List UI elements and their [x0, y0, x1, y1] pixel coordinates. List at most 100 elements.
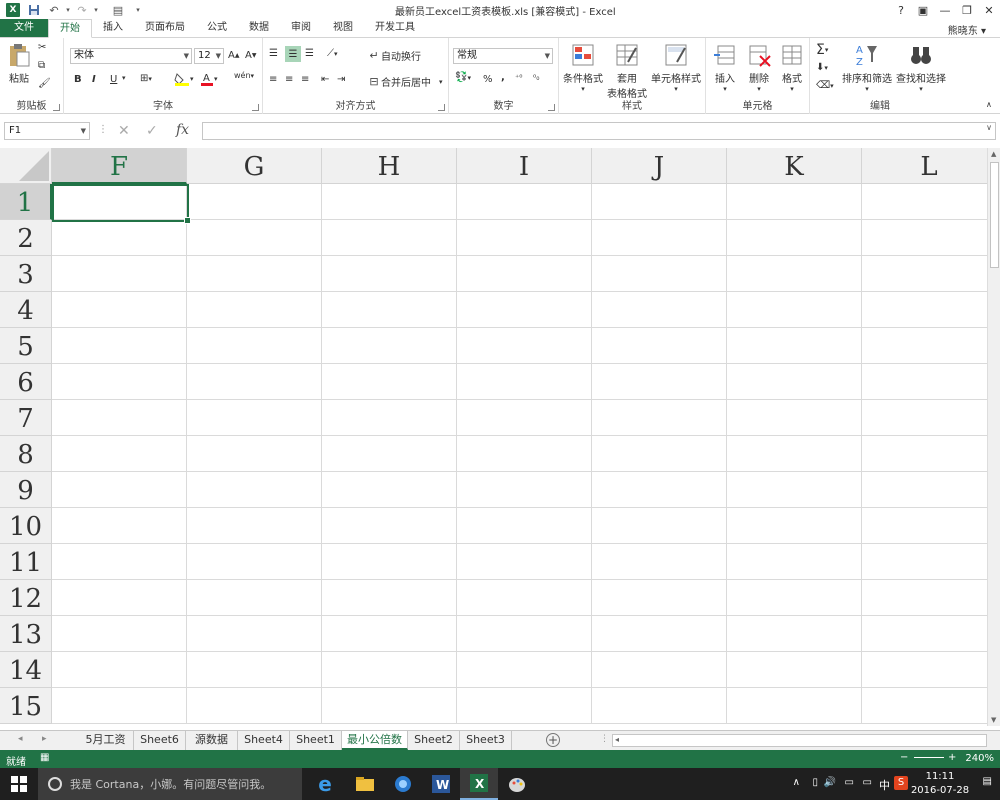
- cell-j2[interactable]: [592, 220, 727, 256]
- cell-g4[interactable]: [187, 292, 322, 328]
- phonetic-icon[interactable]: wén ▾: [234, 71, 254, 80]
- borders-icon[interactable]: ⊞ ▾: [140, 73, 152, 84]
- row-header-13[interactable]: 13: [0, 616, 52, 652]
- cell-j4[interactable]: [592, 292, 727, 328]
- column-header-g[interactable]: G: [187, 148, 322, 184]
- clock[interactable]: 11:11 2016-07-28: [910, 770, 970, 798]
- accounting-format-icon[interactable]: 💱 ▾: [455, 72, 471, 83]
- cell-f3[interactable]: [52, 256, 187, 292]
- cortana-search[interactable]: 我是 Cortana，小娜。有问题尽管问我。: [38, 768, 302, 800]
- cell-f11[interactable]: [52, 544, 187, 580]
- worksheet-grid[interactable]: F G H I J K L 1 2 3 4 5 6 7 8 9 10 11 12 13 14 15: [0, 148, 987, 726]
- tab-home[interactable]: 开始: [48, 19, 92, 38]
- cell-h7[interactable]: [322, 400, 457, 436]
- cell-i3[interactable]: [457, 256, 592, 292]
- cell-i10[interactable]: [457, 508, 592, 544]
- undo-icon[interactable]: ↶: [44, 1, 64, 19]
- cell-g7[interactable]: [187, 400, 322, 436]
- cell-i5[interactable]: [457, 328, 592, 364]
- print-preview-icon[interactable]: ▤: [108, 1, 128, 19]
- display-icon[interactable]: ▭: [863, 777, 872, 788]
- tab-page-layout[interactable]: 页面布局: [134, 19, 196, 37]
- formula-input[interactable]: ∨: [202, 122, 996, 140]
- cell-l13[interactable]: [862, 616, 987, 652]
- cell-i6[interactable]: [457, 364, 592, 400]
- minimize-icon[interactable]: —: [934, 0, 956, 20]
- cell-h4[interactable]: [322, 292, 457, 328]
- cell-i4[interactable]: [457, 292, 592, 328]
- cell-h3[interactable]: [322, 256, 457, 292]
- cell-l7[interactable]: [862, 400, 987, 436]
- cell-k10[interactable]: [727, 508, 862, 544]
- align-top-icon[interactable]: ☰: [269, 48, 278, 59]
- zoom-slider[interactable]: [914, 757, 944, 758]
- delete-cells-button[interactable]: 删除 ▾: [742, 42, 776, 93]
- notifications-icon[interactable]: ▤: [983, 776, 992, 787]
- scroll-up-icon[interactable]: ▲: [991, 150, 996, 158]
- align-center-icon[interactable]: ≡: [285, 74, 293, 85]
- cell-f10[interactable]: [52, 508, 187, 544]
- decrease-decimal-icon[interactable]: ⁰₀: [533, 73, 539, 82]
- cell-l3[interactable]: [862, 256, 987, 292]
- cell-h13[interactable]: [322, 616, 457, 652]
- orientation-icon[interactable]: ⟋ ▾: [327, 48, 338, 59]
- cell-f7[interactable]: [52, 400, 187, 436]
- tab-insert[interactable]: 插入: [92, 19, 134, 37]
- tab-developer[interactable]: 开发工具: [364, 19, 426, 37]
- cell-l10[interactable]: [862, 508, 987, 544]
- shrink-font-icon[interactable]: A ▼: [245, 50, 256, 61]
- cell-h11[interactable]: [322, 544, 457, 580]
- sogou-ime-icon[interactable]: S: [894, 776, 908, 790]
- ime-indicator[interactable]: 中: [879, 777, 890, 793]
- font-name-combo[interactable]: 宋体 ▼: [70, 48, 192, 64]
- help-icon[interactable]: ?: [890, 0, 912, 20]
- column-header-j[interactable]: J: [592, 148, 727, 184]
- browser-icon[interactable]: [384, 768, 422, 800]
- tab-file[interactable]: 文件: [0, 19, 48, 37]
- scroll-down-icon[interactable]: ▼: [991, 716, 996, 724]
- cell-g5[interactable]: [187, 328, 322, 364]
- cell-g10[interactable]: [187, 508, 322, 544]
- cell-h12[interactable]: [322, 580, 457, 616]
- cell-g13[interactable]: [187, 616, 322, 652]
- cell-h14[interactable]: [322, 652, 457, 688]
- cell-j7[interactable]: [592, 400, 727, 436]
- save-icon[interactable]: [24, 1, 44, 19]
- tab-split-grip-icon[interactable]: ⋮: [600, 734, 609, 744]
- row-header-10[interactable]: 10: [0, 508, 52, 544]
- windows-start-icon[interactable]: [0, 768, 38, 800]
- tab-view[interactable]: 视图: [322, 19, 364, 37]
- cell-g2[interactable]: [187, 220, 322, 256]
- column-header-h[interactable]: H: [322, 148, 457, 184]
- cell-k5[interactable]: [727, 328, 862, 364]
- cell-l15[interactable]: [862, 688, 987, 724]
- cell-f2[interactable]: [52, 220, 187, 256]
- insert-function-icon[interactable]: fx: [176, 122, 189, 138]
- cell-g6[interactable]: [187, 364, 322, 400]
- collapse-ribbon-icon[interactable]: ∧: [986, 100, 992, 109]
- row-header-7[interactable]: 7: [0, 400, 52, 436]
- sheet-tab[interactable]: 源数据: [186, 731, 238, 750]
- cell-l5[interactable]: [862, 328, 987, 364]
- cell-h9[interactable]: [322, 472, 457, 508]
- clipboard-launcher-icon[interactable]: [53, 104, 60, 111]
- file-explorer-icon[interactable]: [346, 768, 384, 800]
- row-header-14[interactable]: 14: [0, 652, 52, 688]
- cell-k7[interactable]: [727, 400, 862, 436]
- scroll-left-icon[interactable]: ◂: [615, 735, 619, 744]
- cell-j10[interactable]: [592, 508, 727, 544]
- cell-f14[interactable]: [52, 652, 187, 688]
- column-header-k[interactable]: K: [727, 148, 862, 184]
- cell-f12[interactable]: [52, 580, 187, 616]
- cell-h10[interactable]: [322, 508, 457, 544]
- cell-j6[interactable]: [592, 364, 727, 400]
- cell-k4[interactable]: [727, 292, 862, 328]
- word-icon[interactable]: W: [422, 768, 460, 800]
- cell-j13[interactable]: [592, 616, 727, 652]
- sheet-tab[interactable]: Sheet4: [238, 731, 290, 750]
- restore-icon[interactable]: ❐: [956, 0, 978, 20]
- cell-j15[interactable]: [592, 688, 727, 724]
- cell-i15[interactable]: [457, 688, 592, 724]
- percent-style-button[interactable]: %: [483, 74, 493, 85]
- cell-g3[interactable]: [187, 256, 322, 292]
